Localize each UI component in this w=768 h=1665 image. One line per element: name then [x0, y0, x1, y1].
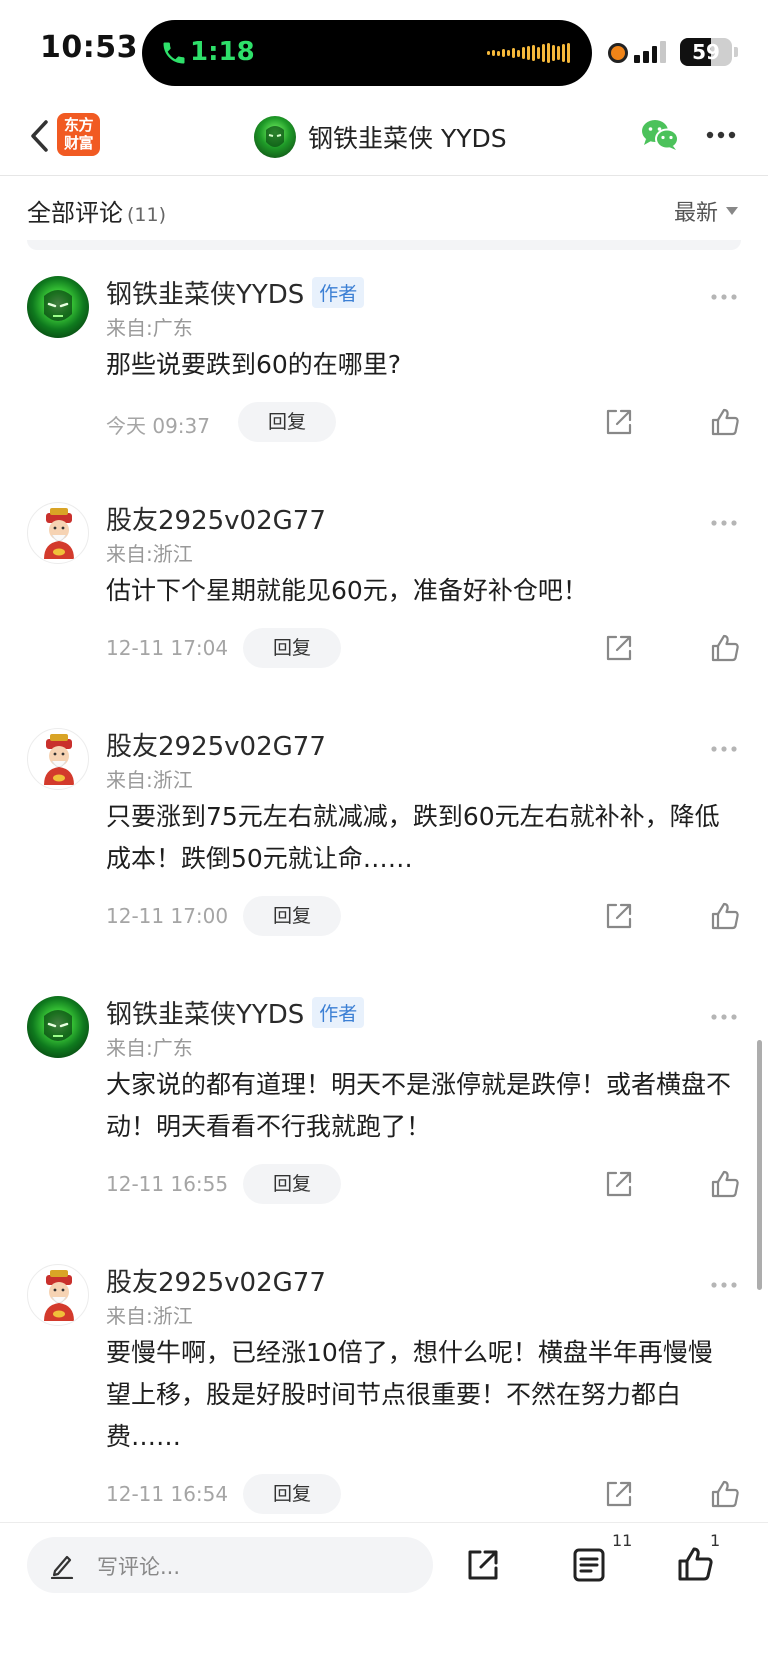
comments-title-text: 全部评论 [27, 199, 123, 227]
user-name-row[interactable]: 股友2925v02G77 [106, 726, 326, 763]
sort-dropdown[interactable]: 最新 [674, 195, 738, 227]
reply-button[interactable]: 回复 [243, 1474, 341, 1514]
header-divider [27, 240, 741, 250]
share-icon[interactable] [604, 901, 634, 931]
comment-location: 来自:浙江 [106, 1304, 193, 1328]
comment-text: 估计下个星期就能见60元，准备好补仓吧！ [106, 576, 588, 605]
battery-icon: 59 [680, 38, 732, 66]
author-badge: 作者 [312, 997, 365, 1028]
status-bar: 10:53 1:18 59 [0, 0, 768, 100]
comment-location: 来自:浙江 [106, 542, 193, 566]
comment-list-icon[interactable] [572, 1547, 606, 1583]
user-name-row[interactable]: 股友2925v02G77 [106, 500, 326, 537]
fortune-god-avatar[interactable] [27, 502, 89, 564]
dynamic-island[interactable]: 1:18 [142, 20, 592, 86]
battery-nub [734, 47, 738, 57]
thumbs-up-icon[interactable] [710, 1479, 740, 1509]
comment-more-icon[interactable] [710, 1006, 738, 1020]
comment-more-icon[interactable] [710, 286, 738, 300]
comment-text: 那些说要跌到60的在哪里? [106, 350, 402, 379]
thumbs-up-icon[interactable] [710, 1169, 740, 1199]
fortune-god-avatar[interactable] [27, 728, 89, 790]
username[interactable]: 钢铁韭菜侠YYDS [106, 274, 304, 311]
share-icon[interactable] [604, 1169, 634, 1199]
username[interactable]: 股友2925v02G77 [106, 500, 326, 537]
nav-avatar [254, 116, 296, 158]
recording-dot-icon [608, 43, 628, 63]
sort-label: 最新 [673, 201, 718, 226]
share-icon[interactable] [465, 1547, 501, 1583]
reply-button[interactable]: 回复 [243, 896, 341, 936]
thumbs-up-icon[interactable] [676, 1545, 714, 1583]
share-icon[interactable] [604, 1479, 634, 1509]
comment-time: 12-11 16:55 [106, 1172, 229, 1196]
user-name-row[interactable]: 钢铁韭菜侠YYDS 作者 [106, 994, 365, 1031]
thumbs-up-icon[interactable] [710, 633, 740, 663]
likes-count-badge: 1 [710, 1531, 721, 1550]
nav-profile[interactable]: 钢铁韭菜侠 YYDS [254, 114, 507, 160]
user-name-row[interactable]: 钢铁韭菜侠YYDS 作者 [106, 274, 365, 311]
comment-text: 大家说的都有道理！明天不是涨停就是跌停！或者横盘不动！明天看看不行我就跑了！ [106, 1070, 732, 1141]
nav-bar: 东方财富 钢铁韭菜侠 YYDS [0, 100, 768, 176]
scrollbar[interactable] [757, 1040, 762, 1290]
username[interactable]: 钢铁韭菜侠YYDS [106, 994, 304, 1031]
audio-waveform-icon [487, 42, 570, 64]
back-arrow-icon[interactable] [22, 116, 58, 156]
iron-man-avatar[interactable] [27, 996, 89, 1058]
reply-button[interactable]: 回复 [238, 402, 336, 442]
more-options-icon[interactable] [706, 130, 736, 140]
bottom-bar: 写评论... 11 1 [0, 1522, 768, 1665]
battery-percentage: 59 [692, 40, 720, 64]
comment-input[interactable]: 写评论... [27, 1537, 433, 1593]
comment-item: 钢铁韭菜侠YYDS 作者来自:广东那些说要跌到60的在哪里? 今天 09:37 回复 [0, 250, 768, 476]
comment-more-icon[interactable] [710, 1274, 738, 1288]
reply-button[interactable]: 回复 [243, 1164, 341, 1204]
share-icon[interactable] [604, 407, 634, 437]
thumbs-up-icon[interactable] [710, 901, 740, 931]
comments-title: 全部评论 (11) [27, 193, 166, 228]
comment-time: 12-11 17:04 [106, 636, 229, 660]
iron-man-icon [266, 126, 284, 147]
pencil-icon [50, 1555, 74, 1579]
comment-text: 要慢牛啊，已经涨10倍了，想什么呢！横盘半年再慢慢望上移，股是好股时间节点很重要… [106, 1338, 713, 1451]
comment-location: 来自:浙江 [106, 768, 193, 792]
input-placeholder: 写评论... [97, 1555, 181, 1579]
comment-more-icon[interactable] [710, 512, 738, 526]
thumbs-up-icon[interactable] [710, 407, 740, 437]
comments-header: 全部评论 (11) 最新 [0, 177, 768, 243]
comments-count: (11) [127, 204, 167, 226]
comment-item: 股友2925v02G77 来自:浙江要慢牛啊，已经涨10倍了，想什么呢！横盘半年再… [0, 1238, 768, 1522]
logo-text: 东方财富 [63, 116, 94, 152]
comment-item: 股友2925v02G77 来自:浙江估计下个星期就能见60元，准备好补仓吧！ 12-… [0, 476, 768, 702]
status-time: 10:53 [40, 30, 138, 65]
comment-more-icon[interactable] [710, 738, 738, 752]
username[interactable]: 股友2925v02G77 [106, 726, 326, 763]
phone-icon [163, 42, 185, 64]
username[interactable]: 股友2925v02G77 [106, 1262, 326, 1299]
comment-item: 股友2925v02G77 来自:浙江只要涨到75元左右就减减，跌到60元左右就补补… [0, 702, 768, 970]
nav-title: 钢铁韭菜侠 YYDS [308, 124, 507, 153]
comment-time: 今天 09:37 [106, 414, 210, 438]
comment-text: 只要涨到75元左右就减减，跌到60元左右就补补，降低成本！跌倒50元就让命…… [106, 802, 720, 873]
wechat-icon[interactable] [640, 118, 680, 152]
comment-location: 来自:广东 [106, 316, 193, 340]
share-icon[interactable] [604, 633, 634, 663]
app-logo[interactable]: 东方财富 [57, 113, 100, 156]
caret-down-icon [726, 207, 738, 215]
reply-button[interactable]: 回复 [243, 628, 341, 668]
signal-strength-icon [634, 41, 666, 63]
comment-list[interactable]: 钢铁韭菜侠YYDS 作者 来自:广东 那些说要跌到60的在哪里? 今天 09:37 回复股… [0, 250, 768, 1522]
call-duration: 1:18 [190, 37, 255, 67]
comment-item: 钢铁韭菜侠YYDS 作者来自:广东大家说的都有道理！明天不是涨停就是跌停！或者横盘… [0, 970, 768, 1238]
comment-time: 12-11 16:54 [106, 1482, 229, 1506]
author-badge: 作者 [312, 277, 365, 308]
fortune-god-avatar[interactable] [27, 1264, 89, 1326]
comment-location: 来自:广东 [106, 1036, 193, 1060]
user-name-row[interactable]: 股友2925v02G77 [106, 1262, 326, 1299]
comment-time: 12-11 17:00 [106, 904, 229, 928]
comments-count-badge: 11 [612, 1531, 633, 1550]
iron-man-avatar[interactable] [27, 276, 89, 338]
